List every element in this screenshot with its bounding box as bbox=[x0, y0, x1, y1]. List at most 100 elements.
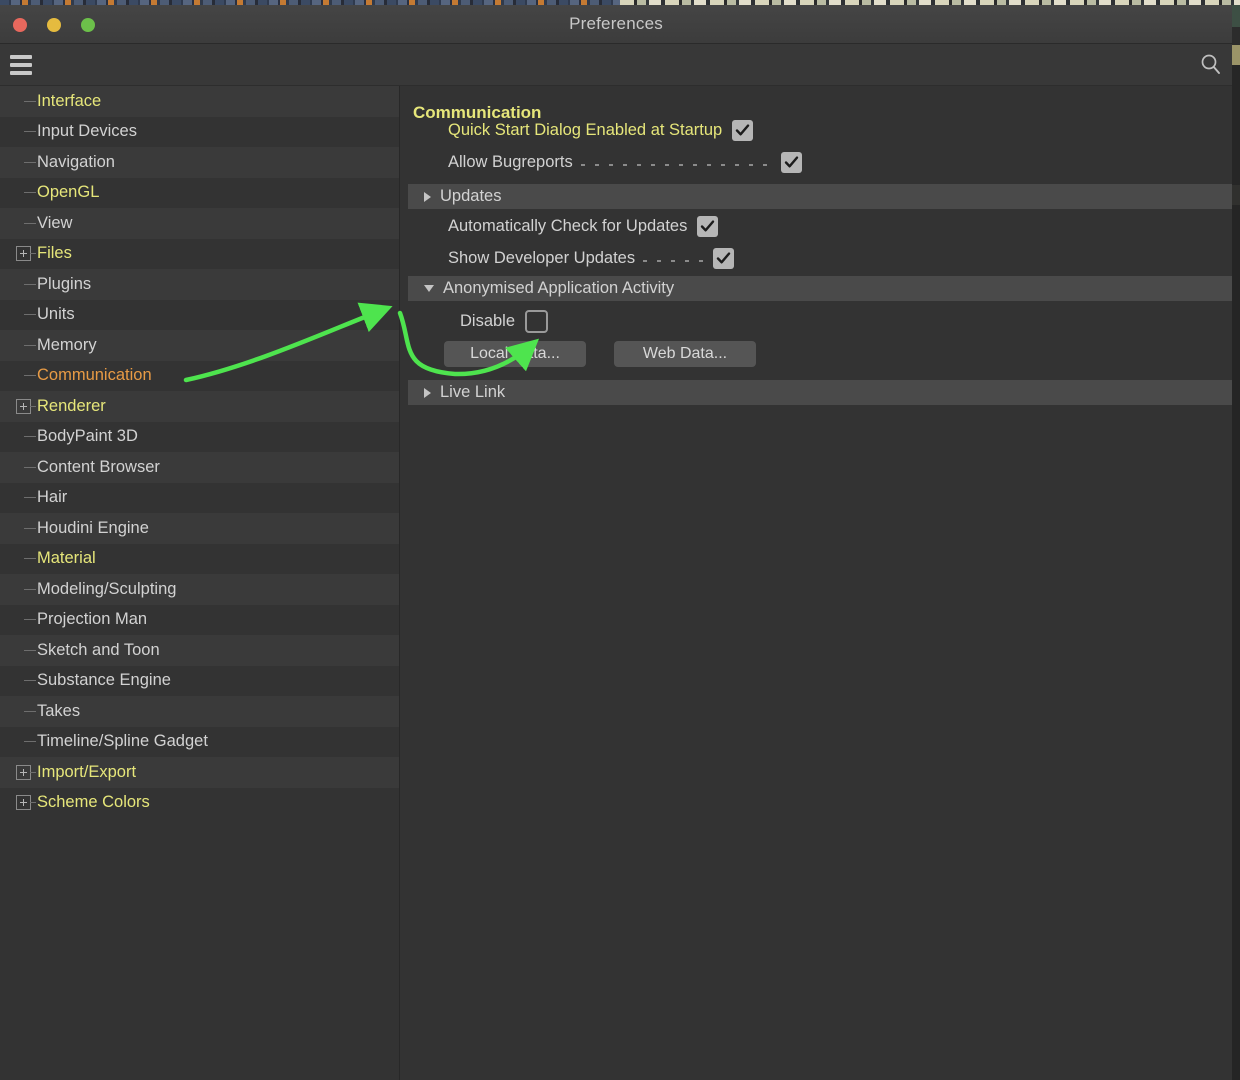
sidebar-item-input-devices[interactable]: Input Devices bbox=[0, 116, 399, 147]
expand-plus-icon[interactable] bbox=[16, 795, 31, 811]
sidebar-item-renderer[interactable]: Renderer bbox=[0, 391, 399, 422]
tree-branch-line bbox=[24, 100, 36, 102]
window-titlebar: Preferences bbox=[0, 5, 1232, 44]
hamburger-bar bbox=[10, 63, 32, 67]
sidebar-item-label: Import/Export bbox=[37, 762, 137, 781]
sidebar-item-content-browser[interactable]: Content Browser bbox=[0, 452, 399, 483]
section-label: Anonymised Application Activity bbox=[443, 279, 675, 297]
sidebar-item-bodypaint-3d[interactable]: BodyPaint 3D bbox=[0, 421, 399, 452]
option-label: Disable bbox=[460, 312, 516, 330]
tree-branch-line bbox=[24, 131, 36, 133]
tree-branch-line bbox=[24, 649, 36, 651]
sidebar-item-label: Units bbox=[37, 305, 75, 324]
checkbox-show-developer-updates[interactable] bbox=[713, 248, 735, 269]
sidebar-item-communication[interactable]: Communication bbox=[0, 360, 399, 391]
sidebar-item-label: Renderer bbox=[37, 396, 106, 415]
search-icon[interactable] bbox=[1198, 52, 1224, 78]
option-row-allow-bugreports[interactable]: Allow Bugreports bbox=[400, 149, 1232, 176]
chevron-right-icon bbox=[424, 387, 431, 398]
sidebar-item-label: BodyPaint 3D bbox=[37, 427, 138, 446]
sidebar-item-scheme-colors[interactable]: Scheme Colors bbox=[0, 787, 399, 818]
preferences-category-tree[interactable]: Interface Input Devices Navigation OpenGL Vi… bbox=[0, 86, 400, 1080]
checkbox-allow-bugreports[interactable] bbox=[780, 152, 802, 173]
sidebar-item-label: View bbox=[37, 213, 73, 232]
option-row-show-developer-updates[interactable]: Show Developer Updates bbox=[400, 245, 1232, 272]
tree-branch-line bbox=[24, 497, 36, 499]
local-data-button[interactable]: Local Data... bbox=[444, 341, 586, 367]
tree-branch-line bbox=[24, 222, 36, 224]
sidebar-item-import-export[interactable]: Import/Export bbox=[0, 757, 399, 788]
option-row-auto-check-updates[interactable]: Automatically Check for Updates bbox=[400, 213, 1232, 240]
sidebar-item-label: Projection Man bbox=[37, 610, 148, 629]
option-row-disable[interactable]: Disable bbox=[400, 308, 1232, 335]
expand-plus-icon[interactable] bbox=[16, 764, 31, 780]
section-header-anonymised-application-activity[interactable]: Anonymised Application Activity bbox=[408, 276, 1232, 301]
checkbox-disable[interactable] bbox=[525, 310, 549, 333]
option-row-quick-start-dialog[interactable]: Quick Start Dialog Enabled at Startup bbox=[400, 117, 1232, 144]
sidebar-item-projection-man[interactable]: Projection Man bbox=[0, 604, 399, 635]
checkbox-auto-check-updates[interactable] bbox=[697, 216, 719, 237]
section-header-updates[interactable]: Updates bbox=[408, 184, 1232, 209]
sidebar-item-units[interactable]: Units bbox=[0, 299, 399, 330]
sidebar-item-view[interactable]: View bbox=[0, 208, 399, 239]
sidebar-item-memory[interactable]: Memory bbox=[0, 330, 399, 361]
checkbox-quick-start-dialog[interactable] bbox=[732, 120, 754, 141]
sidebar-item-label: Timeline/Spline Gadget bbox=[37, 732, 208, 751]
sidebar-item-substance-engine[interactable]: Substance Engine bbox=[0, 665, 399, 696]
sidebar-item-label: Memory bbox=[37, 335, 97, 354]
sidebar-item-label: Input Devices bbox=[37, 122, 137, 141]
section-label: Live Link bbox=[440, 383, 506, 401]
sidebar-item-opengl[interactable]: OpenGL bbox=[0, 177, 399, 208]
sidebar-item-label: Substance Engine bbox=[37, 671, 171, 690]
tree-branch-line bbox=[24, 741, 36, 743]
sidebar-item-plugins[interactable]: Plugins bbox=[0, 269, 399, 300]
sidebar-item-sketch-and-toon[interactable]: Sketch and Toon bbox=[0, 635, 399, 666]
tree-branch-line bbox=[30, 802, 36, 804]
option-label: Quick Start Dialog Enabled at Startup bbox=[448, 121, 723, 139]
sidebar-item-label: Modeling/Sculpting bbox=[37, 579, 177, 598]
tree-branch-line bbox=[24, 588, 36, 590]
tree-branch-line bbox=[24, 466, 36, 468]
sidebar-item-label: Material bbox=[37, 549, 96, 568]
web-data-button[interactable]: Web Data... bbox=[614, 341, 756, 367]
sidebar-item-takes[interactable]: Takes bbox=[0, 696, 399, 727]
tree-branch-line bbox=[24, 344, 36, 346]
sidebar-item-label: OpenGL bbox=[37, 183, 100, 202]
hamburger-icon[interactable] bbox=[8, 53, 34, 75]
desktop-background-right-edge bbox=[1232, 5, 1240, 1080]
window-title: Preferences bbox=[569, 14, 663, 33]
sidebar-item-timeline-spline-gadget[interactable]: Timeline/Spline Gadget bbox=[0, 726, 399, 757]
sidebar-item-label: Houdini Engine bbox=[37, 518, 149, 537]
sidebar-item-files[interactable]: Files bbox=[0, 238, 399, 269]
window-content: Interface Input Devices Navigation OpenGL Vi… bbox=[0, 86, 1232, 1080]
chevron-right-icon bbox=[424, 191, 431, 202]
preferences-detail-panel: Communication Quick Start Dialog Enabled… bbox=[400, 86, 1232, 1080]
expand-plus-icon[interactable] bbox=[16, 398, 31, 414]
tree-branch-line bbox=[24, 283, 36, 285]
section-header-live-link[interactable]: Live Link bbox=[408, 380, 1232, 405]
tree-branch-line bbox=[24, 192, 36, 194]
hamburger-bar bbox=[10, 71, 32, 75]
sidebar-item-houdini-engine[interactable]: Houdini Engine bbox=[0, 513, 399, 544]
sidebar-item-label: Scheme Colors bbox=[37, 793, 150, 812]
option-label: Show Developer Updates bbox=[448, 249, 636, 267]
leader-dots bbox=[643, 253, 706, 264]
tree-branch-line bbox=[24, 161, 36, 163]
sidebar-item-label: Content Browser bbox=[37, 457, 160, 476]
preferences-window: Preferences Interface Input Devices Naviga… bbox=[0, 5, 1232, 1080]
tree-branch-line bbox=[24, 375, 36, 377]
tree-branch-line bbox=[24, 710, 36, 712]
sidebar-item-navigation[interactable]: Navigation bbox=[0, 147, 399, 178]
chevron-down-icon bbox=[424, 285, 434, 292]
sidebar-item-hair[interactable]: Hair bbox=[0, 482, 399, 513]
sidebar-item-interface[interactable]: Interface bbox=[0, 86, 399, 117]
toolbar bbox=[0, 44, 1232, 86]
sidebar-item-label: Navigation bbox=[37, 152, 115, 171]
tree-branch-line bbox=[24, 619, 36, 621]
option-label: Allow Bugreports bbox=[448, 153, 573, 171]
expand-plus-icon[interactable] bbox=[16, 246, 31, 262]
sidebar-item-material[interactable]: Material bbox=[0, 543, 399, 574]
tree-branch-line bbox=[30, 405, 36, 407]
tree-branch-line bbox=[30, 253, 36, 255]
sidebar-item-modeling-sculpting[interactable]: Modeling/Sculpting bbox=[0, 574, 399, 605]
